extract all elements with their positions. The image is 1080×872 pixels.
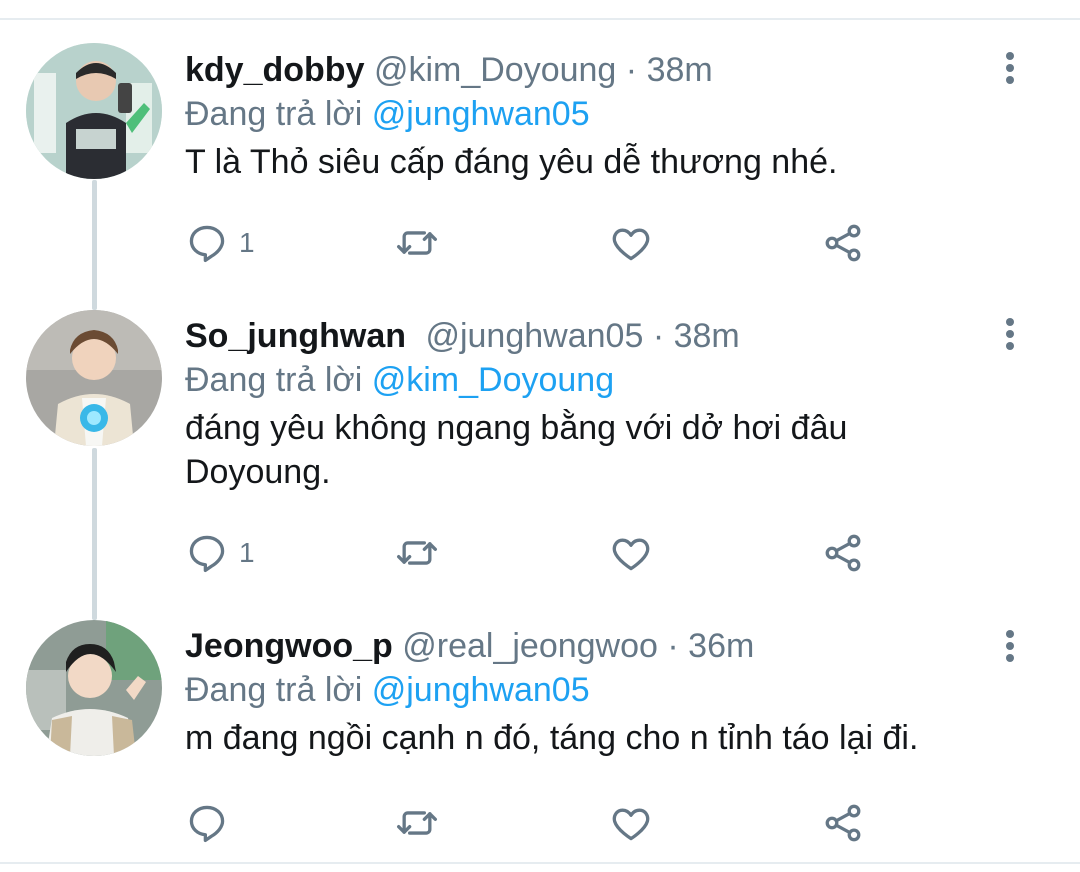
more-vertical-icon [1006,318,1014,326]
more-options-button[interactable] [998,626,1022,666]
more-vertical-icon [1006,52,1014,60]
tweet-header: So_junghwan @junghwan05 · 38m [185,314,1020,358]
reply-button[interactable] [185,798,239,848]
share-button[interactable] [821,798,865,848]
separator-dot: · [625,51,638,89]
retweet-icon [397,541,437,565]
tweet-body: So_junghwan @junghwan05 · 38m Đang trả l… [185,314,1020,494]
heart-icon [612,538,650,571]
replying-to: Đang trả lời @junghwan05 [185,92,1020,136]
more-dot [1006,342,1014,350]
tweet-header: kdy_dobby @kim_Doyoung · 38m [185,48,1020,92]
more-dot [1006,76,1014,84]
tweet-actions: 1 [185,218,885,268]
retweet-button[interactable] [395,798,439,848]
timestamp[interactable]: 38m [647,51,713,89]
tweet-text: đáng yêu không ngang bằng với dở hơi đâu… [185,409,848,491]
avatar-photo [26,620,162,756]
avatar[interactable] [26,43,162,179]
reply-button[interactable]: 1 [185,218,255,268]
more-dot [1006,64,1014,72]
tweet[interactable]: Jeongwoo_p @real_jeongwoo · 36m Đang trả… [0,618,1080,858]
tweet-header: Jeongwoo_p @real_jeongwoo · 36m [185,624,1020,668]
more-dot [1006,330,1014,338]
heart-icon [612,228,650,261]
display-name[interactable]: Jeongwoo_p [185,627,393,665]
reply-count: 1 [239,537,255,568]
reply-icon [189,225,225,263]
like-button[interactable] [609,218,653,268]
replying-to: Đang trả lời @kim_Doyoung [185,358,1020,402]
replying-to: Đang trả lời @junghwan05 [185,668,1020,712]
replying-to-label: Đang trả lời [185,95,363,133]
tweet-actions: 1 [185,528,885,578]
reply-button[interactable]: 1 [185,528,255,578]
tweet-text: m đang ngồi cạnh n đó, táng cho n tỉnh t… [185,719,919,757]
replying-to-label: Đang trả lời [185,671,363,709]
reply-count: 1 [239,227,255,258]
tweet-body: kdy_dobby @kim_Doyoung · 38m Đang trả lờ… [185,48,1020,184]
retweet-icon [397,811,437,835]
retweet-icon [397,231,437,255]
tweet-text: T là Thỏ siêu cấp đáng yêu dễ thương nhé… [185,143,838,181]
user-handle[interactable]: @real_jeongwoo [402,627,658,665]
timestamp[interactable]: 36m [688,627,754,665]
tweet-body: Jeongwoo_p @real_jeongwoo · 36m Đang trả… [185,624,1020,760]
retweet-button[interactable] [395,218,439,268]
reply-icon [189,535,225,573]
timestamp[interactable]: 38m [674,317,740,355]
avatar-photo [26,43,162,179]
avatar-photo [26,310,162,446]
reply-icon [189,805,225,843]
replying-to-link[interactable]: @junghwan05 [372,671,590,709]
user-handle[interactable]: @junghwan05 [425,317,643,355]
more-dot [1006,642,1014,650]
more-options-button[interactable] [998,48,1022,88]
share-button[interactable] [821,528,865,578]
avatar[interactable] [26,310,162,446]
retweet-button[interactable] [395,528,439,578]
bottom-divider [0,862,1080,864]
share-icon [825,224,861,262]
top-divider [0,18,1080,20]
more-dot [1006,654,1014,662]
like-button[interactable] [609,798,653,848]
replying-to-label: Đang trả lời [185,361,363,399]
display-name[interactable]: kdy_dobby [185,51,364,89]
display-name[interactable]: So_junghwan [185,317,406,355]
share-icon [825,804,861,842]
replying-to-link[interactable]: @kim_Doyoung [372,361,614,399]
share-button[interactable] [821,218,865,268]
tweet-actions [185,798,885,848]
user-handle[interactable]: @kim_Doyoung [374,51,616,89]
tweet[interactable]: So_junghwan @junghwan05 · 38m Đang trả l… [0,308,1080,608]
tweet[interactable]: kdy_dobby @kim_Doyoung · 38m Đang trả lờ… [0,40,1080,280]
separator-dot: · [652,317,665,355]
replying-to-link[interactable]: @junghwan05 [372,95,590,133]
like-button[interactable] [609,528,653,578]
avatar[interactable] [26,620,162,756]
more-vertical-icon [1006,630,1014,638]
share-icon [825,534,861,572]
separator-dot: · [667,627,679,665]
heart-icon [612,808,650,841]
more-options-button[interactable] [998,314,1022,354]
